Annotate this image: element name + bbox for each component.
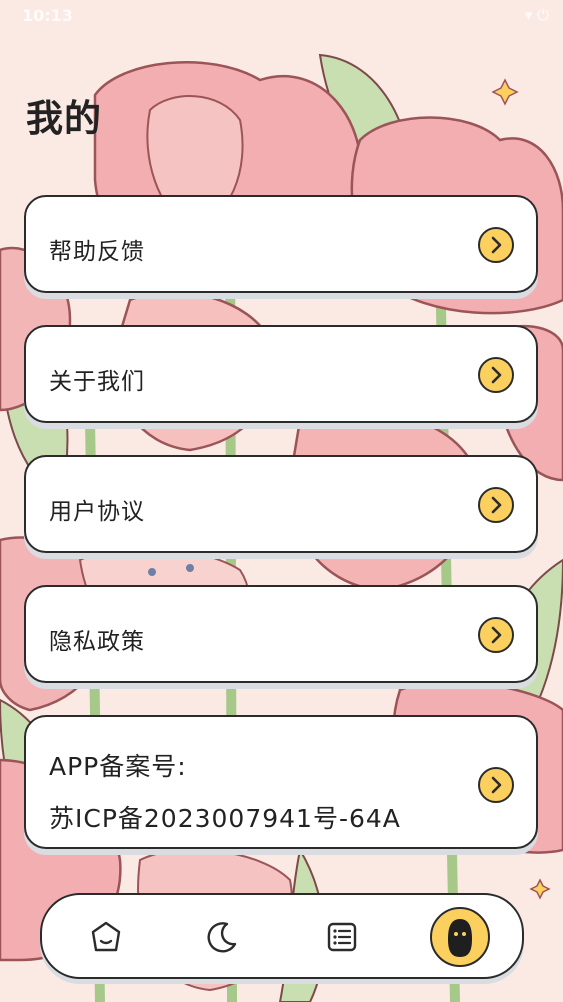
chevron-right-icon[interactable] bbox=[478, 227, 514, 263]
status-bar: 10:13 ▾ ⏻ bbox=[0, 0, 563, 36]
icp-record-item[interactable]: APP备案号: 苏ICP备2023007941号-64A bbox=[24, 715, 538, 849]
chevron-right-icon[interactable] bbox=[478, 487, 514, 523]
user-agreement-label: 用户协议 bbox=[49, 499, 145, 525]
status-time: 10:13 bbox=[22, 6, 73, 25]
chevron-right-icon[interactable] bbox=[478, 357, 514, 393]
help-feedback-label: 帮助反馈 bbox=[49, 239, 145, 265]
moon-icon[interactable] bbox=[202, 917, 242, 957]
user-agreement-item[interactable]: 用户协议 bbox=[24, 455, 538, 553]
help-feedback-item[interactable]: 帮助反馈 bbox=[24, 195, 538, 293]
page-title: 我的 bbox=[26, 97, 102, 140]
icp-label: APP备案号: bbox=[49, 752, 187, 781]
chevron-right-icon[interactable] bbox=[478, 617, 514, 653]
icp-number: 苏ICP备2023007941号-64A bbox=[49, 804, 401, 833]
status-icons: ▾ ⏻ bbox=[524, 6, 549, 24]
chevron-right-icon[interactable] bbox=[478, 767, 514, 803]
about-us-label: 关于我们 bbox=[49, 369, 145, 395]
list-icon[interactable] bbox=[322, 917, 362, 957]
privacy-policy-label: 隐私政策 bbox=[49, 629, 145, 655]
privacy-policy-item[interactable]: 隐私政策 bbox=[24, 585, 538, 683]
about-us-item[interactable]: 关于我们 bbox=[24, 325, 538, 423]
home-icon[interactable] bbox=[86, 917, 126, 957]
bottom-nav bbox=[40, 893, 524, 979]
profile-icon[interactable] bbox=[430, 907, 490, 967]
